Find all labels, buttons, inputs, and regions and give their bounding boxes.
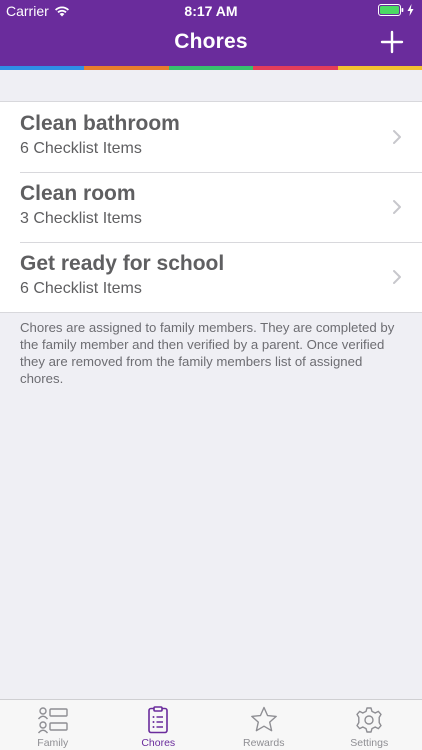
chevron-right-icon (393, 130, 401, 144)
chore-checklist-count: 3 Checklist Items (20, 210, 142, 227)
battery-icon (378, 4, 404, 16)
nav-bar: Chores (0, 22, 422, 66)
chore-row[interactable]: Clean room 3 Checklist Items (0, 172, 422, 242)
family-icon (37, 707, 68, 734)
charging-icon (407, 4, 414, 16)
chore-title: Clean bathroom (20, 112, 180, 135)
chore-checklist-count: 6 Checklist Items (20, 140, 142, 157)
tab-settings-label: Settings (350, 737, 389, 749)
rainbow-segment (84, 66, 169, 70)
tab-settings[interactable]: Settings (317, 700, 422, 750)
star-icon (250, 706, 277, 732)
tab-family-label: Family (37, 737, 69, 749)
tab-rewards[interactable]: Rewards (211, 700, 317, 750)
chores-clipboard-icon (148, 706, 169, 734)
rainbow-divider (0, 66, 422, 70)
chevron-right-icon (393, 200, 401, 214)
tab-bar: Family Chores Rewards Settings (0, 699, 422, 750)
chores-list: Clean bathroom 6 Checklist Items Clean roo… (0, 101, 422, 313)
tab-family[interactable]: Family (0, 700, 106, 750)
chevron-right-icon (393, 270, 401, 284)
chore-title: Get ready for school (20, 252, 225, 275)
rainbow-segment (168, 66, 254, 70)
rainbow-segment (337, 66, 422, 70)
status-bar: Carrier 8:17 AM (0, 0, 422, 22)
chore-checklist-count: 6 Checklist Items (20, 280, 142, 297)
rainbow-segment (0, 66, 85, 70)
page-title: Chores (174, 30, 248, 53)
gear-icon (356, 707, 382, 733)
tab-chores-label: Chores (141, 737, 176, 749)
rainbow-segment (253, 66, 338, 70)
chores-footer-note: Chores are assigned to family members. T… (20, 320, 395, 386)
chore-row[interactable]: Get ready for school 6 Checklist Items (0, 242, 422, 312)
add-chore-button[interactable] (378, 28, 406, 56)
chore-row[interactable]: Clean bathroom 6 Checklist Items (0, 102, 422, 172)
tab-rewards-label: Rewards (243, 737, 285, 749)
status-time: 8:17 AM (184, 3, 238, 19)
chore-title: Clean room (20, 182, 136, 205)
tab-chores[interactable]: Chores (106, 700, 212, 750)
